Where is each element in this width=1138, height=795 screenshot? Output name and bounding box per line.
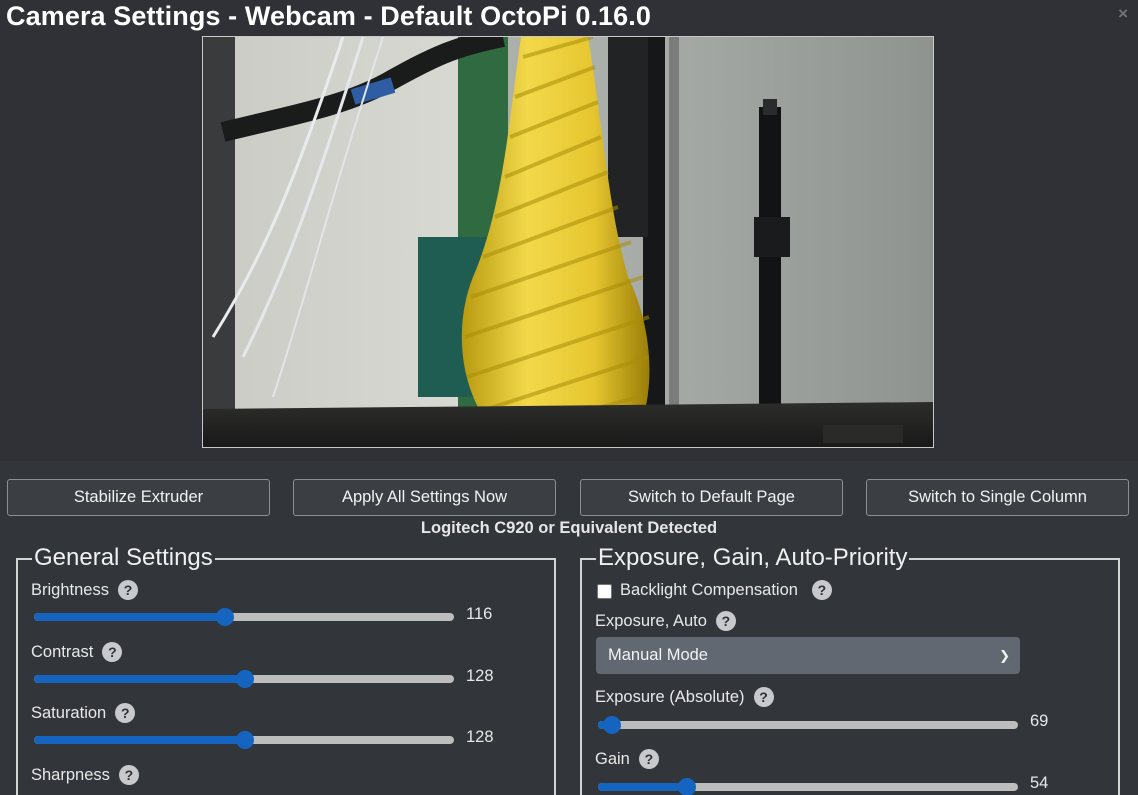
brightness-slider-fill: [34, 613, 226, 621]
exposure-absolute-help-icon[interactable]: ?: [753, 687, 774, 707]
exposure-auto-label-text: Exposure, Auto: [595, 611, 707, 630]
exposure-auto-selected-value: Manual Mode: [608, 646, 708, 664]
saturation-label-text: Saturation: [31, 703, 107, 722]
brightness-value: 116: [466, 605, 493, 623]
exposure-absolute-value: 69: [1030, 712, 1049, 730]
brightness-help-icon[interactable]: ?: [117, 580, 138, 600]
brightness-slider-thumb[interactable]: [216, 608, 235, 626]
backlight-compensation-checkbox[interactable]: [597, 584, 612, 599]
stabilize-extruder-button[interactable]: Stabilize Extruder: [7, 479, 270, 516]
saturation-value: 128: [466, 728, 494, 746]
contrast-slider[interactable]: [34, 670, 454, 688]
backlight-help-icon[interactable]: ?: [811, 580, 832, 600]
exposure-absolute-slider-thumb[interactable]: [603, 716, 622, 734]
gain-label-text: Gain: [595, 749, 630, 768]
saturation-slider[interactable]: [34, 731, 454, 749]
sharpness-label: Sharpness ?: [31, 765, 139, 785]
brightness-slider[interactable]: [34, 608, 454, 626]
brightness-label-text: Brightness: [31, 580, 109, 599]
gain-value: 54: [1030, 774, 1049, 792]
exposure-auto-label: Exposure, Auto ?: [595, 611, 736, 631]
general-settings-fieldset: General Settings Brightness ? 116 Contra…: [16, 543, 556, 795]
webcam-image: [203, 37, 933, 447]
saturation-help-icon[interactable]: ?: [115, 703, 136, 723]
saturation-slider-fill: [34, 736, 245, 744]
exposure-auto-select[interactable]: Manual Mode ❯: [596, 637, 1020, 674]
saturation-slider-thumb[interactable]: [235, 731, 254, 749]
gain-slider-fill: [598, 783, 688, 791]
contrast-label: Contrast ?: [31, 642, 123, 662]
chevron-down-icon: ❯: [999, 648, 1010, 663]
exposure-absolute-slider[interactable]: [598, 716, 1018, 734]
contrast-value: 128: [466, 667, 494, 685]
gain-label: Gain ?: [595, 749, 659, 769]
settings-panel: Stabilize Extruder Apply All Settings No…: [0, 461, 1138, 795]
gain-slider-thumb[interactable]: [678, 778, 697, 795]
contrast-help-icon[interactable]: ?: [102, 642, 123, 662]
exposure-settings-fieldset: Exposure, Gain, Auto-Priority Backlight …: [580, 543, 1120, 795]
contrast-slider-thumb[interactable]: [235, 670, 254, 688]
exposure-settings-legend: Exposure, Gain, Auto-Priority: [596, 543, 910, 573]
sharpness-label-text: Sharpness: [31, 765, 110, 784]
contrast-label-text: Contrast: [31, 642, 94, 661]
gain-help-icon[interactable]: ?: [638, 749, 659, 769]
contrast-slider-fill: [34, 675, 245, 683]
exposure-absolute-label-text: Exposure (Absolute): [595, 687, 745, 706]
gain-slider[interactable]: [598, 778, 1018, 795]
exposure-auto-help-icon[interactable]: ?: [715, 611, 736, 631]
camera-detected-text: Logitech C920 or Equivalent Detected: [420, 519, 718, 537]
close-icon[interactable]: ×: [1118, 4, 1128, 24]
general-settings-legend: General Settings: [32, 543, 215, 573]
apply-all-settings-button[interactable]: Apply All Settings Now: [293, 479, 556, 516]
exposure-absolute-label: Exposure (Absolute) ?: [595, 687, 774, 707]
sharpness-help-icon[interactable]: ?: [118, 765, 139, 785]
switch-default-page-button[interactable]: Switch to Default Page: [580, 479, 843, 516]
brightness-label: Brightness ?: [31, 580, 138, 600]
switch-single-column-button[interactable]: Switch to Single Column: [866, 479, 1129, 516]
page-title: Camera Settings - Webcam - Default OctoP…: [6, 1, 651, 31]
saturation-label: Saturation ?: [31, 703, 136, 723]
webcam-stream: [202, 36, 934, 448]
backlight-compensation-label-text: Backlight Compensation: [620, 580, 798, 599]
backlight-compensation-label: Backlight Compensation ?: [620, 580, 832, 600]
